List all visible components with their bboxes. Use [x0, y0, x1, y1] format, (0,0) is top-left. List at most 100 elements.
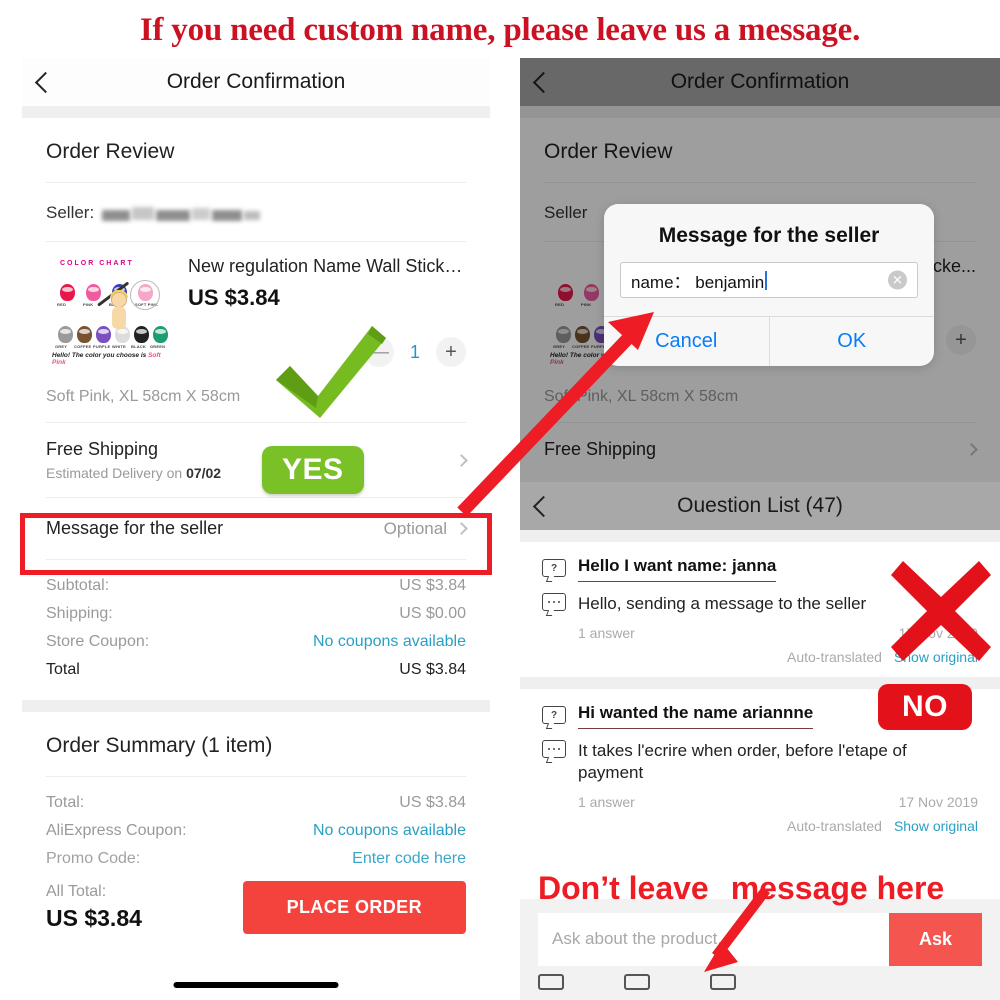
store-coupon-link[interactable]: No coupons available — [313, 633, 466, 651]
total-row: Subtotal: US $3.84 — [46, 572, 466, 600]
bottom-note-part2: message here — [730, 870, 945, 906]
product-price: US $3.84 — [188, 285, 280, 310]
answer-text: It takes l'ecrire when order, before l'e… — [578, 741, 907, 782]
promo-banner-text: If you need custom name, please leave us… — [139, 12, 861, 48]
thumb-owl-label: PINK — [83, 302, 94, 307]
thumb-owl-label: GREY — [55, 344, 68, 349]
summary-value: US $3.84 — [399, 794, 466, 811]
show-original-link[interactable]: Show original — [894, 818, 978, 834]
total-key: Store Coupon: — [46, 633, 150, 650]
ok-button[interactable]: OK — [770, 317, 935, 366]
order-summary-section: Order Summary (1 item) Total: US $3.84 Al… — [22, 712, 490, 934]
message-input-value: name： benjamin — [631, 272, 765, 292]
thumb-caption: Hello! The color you choose is Soft Pink — [52, 352, 161, 366]
answer-bubble-icon — [542, 740, 568, 763]
answer-bubble-icon — [542, 593, 568, 616]
total-key: Total — [46, 661, 80, 678]
seller-name-blurred — [102, 205, 262, 222]
total-key: Subtotal: — [46, 577, 110, 594]
order-review-section: Order Review Seller: COLOR CHART RED PINK… — [22, 118, 490, 700]
seller-row: Seller: — [46, 183, 466, 241]
question-text: Hi wanted the name ariannne — [578, 703, 814, 729]
answer-count: 1 answer — [578, 793, 635, 810]
seller-label: Seller: — [46, 203, 95, 222]
order-totals-list: Subtotal: US $3.84 Shipping: US $0.00 Stor… — [46, 560, 466, 700]
summary-key: Promo Code: — [46, 850, 141, 867]
answer-text: Hello, sending a message to the seller — [578, 594, 867, 613]
thumb-owl-swatch — [134, 326, 149, 343]
thumb-owl-swatch — [58, 326, 73, 343]
thumb-owl-label: PURPLE — [93, 344, 111, 349]
thumb-owl-swatch — [77, 326, 92, 343]
auto-translated-label: Auto-translated — [786, 817, 882, 834]
promo-code-link[interactable]: Enter code here — [352, 850, 466, 868]
red-x-icon — [891, 561, 991, 661]
thumb-highlight-circle — [130, 280, 160, 310]
product-thumbnail[interactable]: COLOR CHART REDPINKBLUESOFT PINK GREYCOF… — [46, 254, 172, 370]
place-order-button[interactable]: PLACE ORDER — [242, 881, 466, 934]
question-bubble-icon: ? — [542, 559, 568, 582]
aliexpress-coupon-link[interactable]: No coupons available — [313, 822, 466, 840]
summary-row: Total: US $3.84 — [46, 789, 466, 817]
thumb-chart-title: COLOR CHART — [60, 260, 134, 267]
summary-row: AliExpress Coupon: No coupons available — [46, 817, 466, 845]
summary-row: Promo Code: Enter code here — [46, 845, 466, 873]
section-gap — [520, 530, 1000, 542]
clear-circle-icon[interactable]: ✕ — [888, 270, 907, 290]
message-input[interactable]: name： benjamin ✕ — [620, 262, 918, 298]
question-meta: 1 answer 17 Nov 2019 — [542, 784, 978, 810]
question-date: 17 Nov 2019 — [898, 793, 978, 810]
ask-button[interactable]: Ask — [888, 913, 982, 966]
question-list-title: Ouestion List (47) — [677, 494, 843, 517]
section-gap — [22, 700, 490, 712]
chevron-left-icon[interactable] — [38, 73, 56, 91]
screenshot-root: If you need custom name, please leave us… — [0, 0, 1000, 1000]
question-bubble-icon: ? — [542, 706, 568, 729]
dialog-title: Message for the seller — [658, 224, 880, 247]
order-summary-list: Total: US $3.84 AliExpress Coupon: No coup… — [46, 777, 466, 873]
translation-row: Auto-translated Show original — [542, 810, 978, 836]
all-total-label: All Total: — [46, 883, 107, 900]
summary-key: AliExpress Coupon: — [46, 822, 187, 839]
thumb-owl-swatch — [153, 326, 168, 343]
bottom-note-part1: Don’t leave — [538, 870, 709, 906]
question-text: Hello I want name: janna — [578, 556, 777, 582]
total-value: US $0.00 — [399, 605, 466, 622]
auto-translated-label: Auto-translated — [786, 649, 882, 665]
thumb-owl-label: BLACK — [131, 344, 146, 349]
all-total-value: US $3.84 — [46, 905, 142, 931]
order-summary-title: Order Summary (1 item) — [46, 734, 273, 757]
red-arrow-icon — [457, 312, 654, 517]
green-check-icon — [276, 326, 386, 418]
total-row: Store Coupon: No coupons available — [46, 628, 466, 656]
left-navbar-title: Order Confirmation — [166, 70, 346, 93]
total-value: US $3.84 — [399, 661, 466, 678]
red-highlight-box — [20, 513, 492, 575]
section-gap — [22, 106, 490, 118]
product-row[interactable]: COLOR CHART REDPINKBLUESOFT PINK GREYCOF… — [46, 242, 466, 380]
product-variant: Soft Pink, XL 58cm X 58cm — [46, 388, 241, 405]
home-indicator — [173, 982, 339, 988]
bottom-warning-note: Don’t leave message here — [538, 870, 944, 907]
thumb-owl-label: GREEN — [150, 344, 166, 349]
quantity-value: 1 — [409, 341, 420, 362]
no-badge: NO — [878, 684, 972, 730]
product-name: New regulation Name Wall Sticke... — [188, 256, 466, 276]
left-navbar: Order Confirmation — [22, 58, 490, 106]
order-review-title: Order Review — [46, 140, 175, 163]
thumb-kid-icon — [108, 290, 130, 332]
text-caret — [765, 270, 768, 290]
shipping-title: Free Shipping — [46, 439, 159, 459]
summary-key: Total: — [46, 794, 85, 811]
thumb-owl-label: RED — [57, 302, 67, 307]
total-key: Shipping: — [46, 605, 113, 622]
thumb-owl-swatch — [60, 284, 75, 301]
total-row: Total US $3.84 — [46, 656, 466, 684]
yes-badge: YES — [262, 446, 364, 494]
shipping-estimate: Estimated Delivery on 07/02 — [46, 465, 222, 481]
answer-count: 1 answer — [578, 625, 635, 641]
shipping-row[interactable]: Free Shipping Estimated Delivery on 07/0… — [46, 423, 468, 497]
thumb-owl-swatch — [86, 284, 101, 301]
thumb-owl-label: COFFEE — [74, 344, 92, 349]
total-row: Shipping: US $0.00 — [46, 600, 466, 628]
